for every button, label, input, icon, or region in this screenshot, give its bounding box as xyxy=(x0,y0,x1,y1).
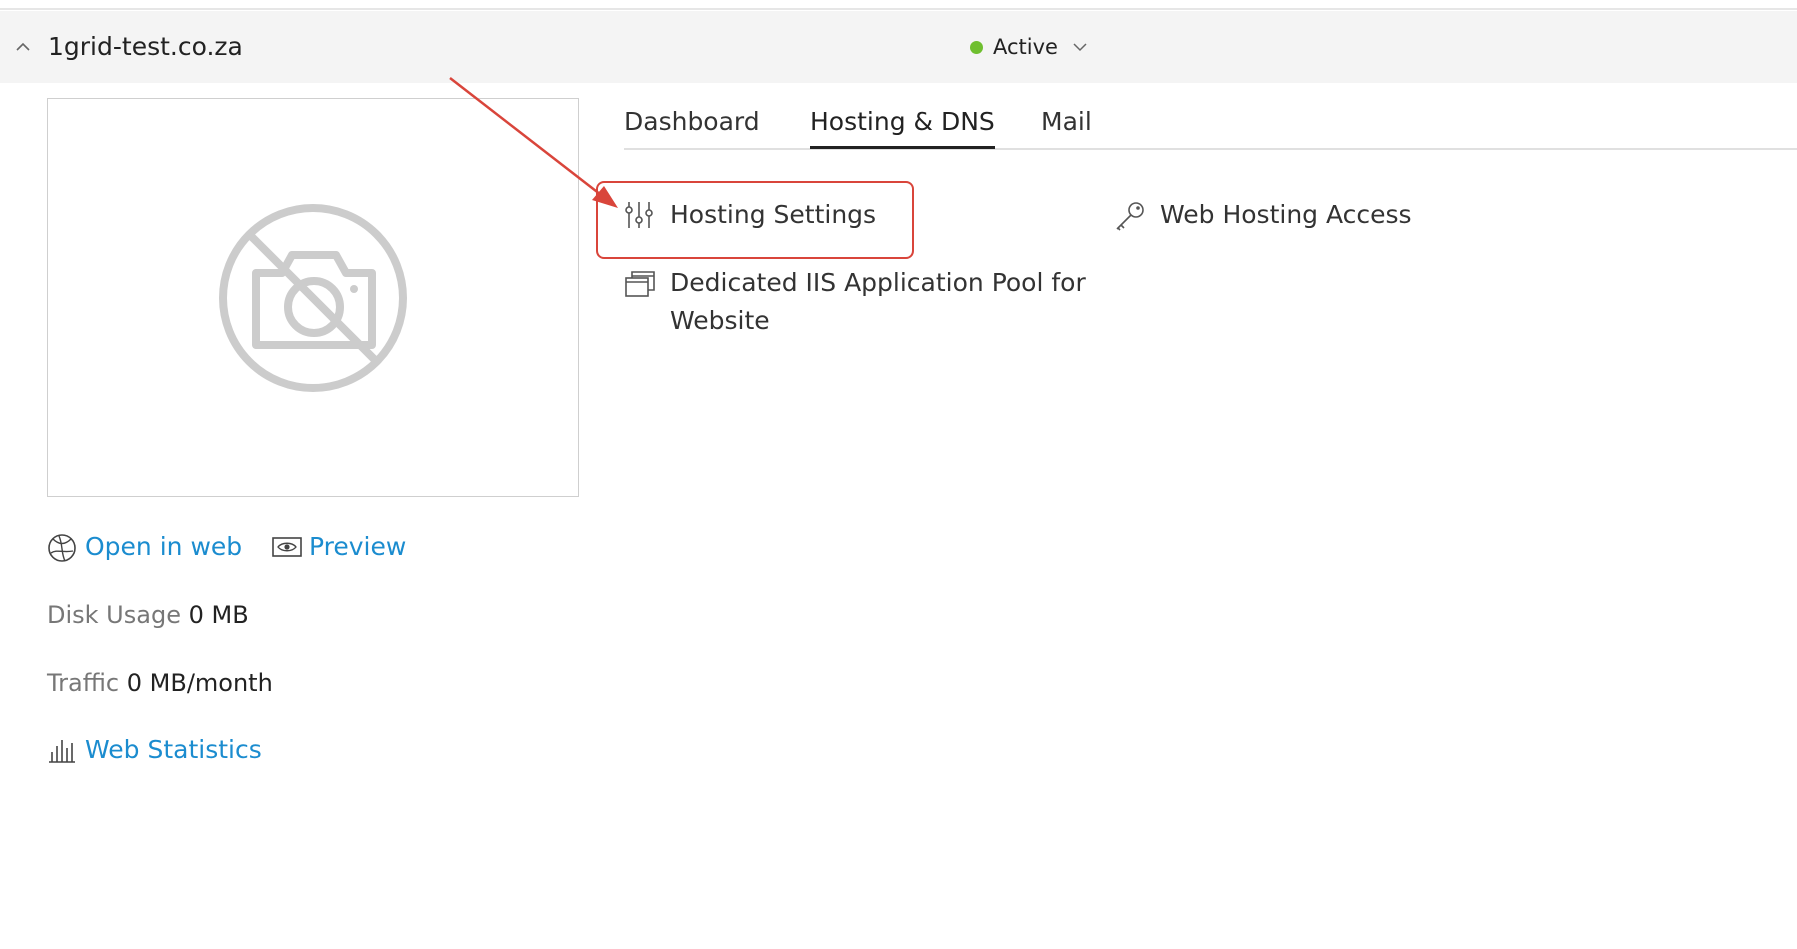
web-hosting-access-link[interactable]: Web Hosting Access xyxy=(1114,196,1434,236)
key-icon xyxy=(1114,200,1146,243)
traffic-label: Traffic xyxy=(47,669,120,697)
preview-link[interactable]: Preview xyxy=(271,528,411,566)
windows-stack-icon xyxy=(624,268,656,309)
no-camera-icon xyxy=(219,204,407,392)
iis-app-pool-label: Dedicated IIS Application Pool for Websi… xyxy=(670,268,1086,335)
open-in-web-label: Open in web xyxy=(85,532,243,561)
web-statistics-link[interactable]: Web Statistics xyxy=(47,731,277,769)
domain-header: 1grid-test.co.za Active xyxy=(0,11,1797,83)
tab-hosting-dns[interactable]: Hosting & DNS xyxy=(810,102,995,149)
traffic-row: Traffic 0 MB/month xyxy=(47,665,273,701)
traffic-value: 0 MB/month xyxy=(126,669,273,697)
disk-usage-value: 0 MB xyxy=(188,601,249,629)
open-in-web-link[interactable]: Open in web xyxy=(47,528,247,566)
domain-tabs: Dashboard Hosting & DNS Mail xyxy=(624,96,1797,150)
disk-usage-label: Disk Usage xyxy=(47,601,181,629)
tab-mail[interactable]: Mail xyxy=(1041,102,1092,146)
chevron-up-icon[interactable] xyxy=(14,38,32,56)
domain-name[interactable]: 1grid-test.co.za xyxy=(48,29,243,65)
status-dot xyxy=(970,40,983,54)
disk-usage-row: Disk Usage 0 MB xyxy=(47,597,249,633)
page: 1grid-test.co.za Active Dashboard Hostin… xyxy=(0,0,1797,949)
annotation-arrow xyxy=(449,77,618,208)
status-label: Active xyxy=(993,35,1058,59)
annotation-highlight-box xyxy=(596,181,914,259)
web-hosting-access-label: Web Hosting Access xyxy=(1160,200,1412,229)
top-divider xyxy=(0,0,1797,10)
chevron-down-icon xyxy=(1072,39,1088,55)
bar-chart-icon xyxy=(47,736,77,775)
web-statistics-label: Web Statistics xyxy=(85,735,262,764)
status-dropdown[interactable]: Active xyxy=(970,30,1088,64)
globe-icon xyxy=(47,533,77,574)
tab-dashboard[interactable]: Dashboard xyxy=(624,102,760,146)
eye-icon xyxy=(271,533,303,571)
preview-label: Preview xyxy=(309,532,407,561)
iis-app-pool-link[interactable]: Dedicated IIS Application Pool for Websi… xyxy=(624,264,1104,344)
